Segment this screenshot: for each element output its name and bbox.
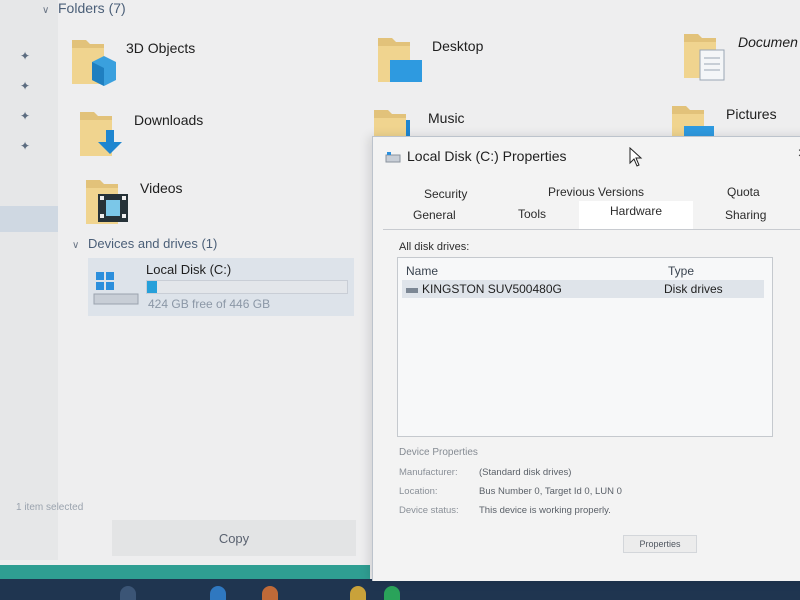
mouse-cursor-icon bbox=[629, 147, 643, 167]
row-type: Disk drives bbox=[664, 282, 723, 296]
location-label: Location: bbox=[399, 486, 438, 497]
browser-icon[interactable] bbox=[210, 586, 226, 600]
tab-previous-versions[interactable]: Previous Versions bbox=[548, 185, 644, 199]
tab-quota[interactable]: Quota bbox=[727, 185, 760, 199]
downloads-folder-icon bbox=[80, 112, 122, 156]
pin-icon[interactable]: ✦ bbox=[20, 110, 32, 122]
tab-divider bbox=[383, 229, 800, 230]
devices-header-text: Devices and drives (1) bbox=[88, 236, 218, 251]
chevron-down-icon: ∨ bbox=[42, 5, 50, 16]
local-disk-c-item[interactable]: Local Disk (C:) 424 GB free of 446 GB bbox=[88, 258, 354, 316]
app-icon[interactable] bbox=[262, 586, 278, 600]
pin-icon[interactable]: ✦ bbox=[20, 80, 32, 92]
manufacturer-value: (Standard disk drives) bbox=[479, 467, 572, 478]
pin-icon[interactable]: ✦ bbox=[20, 140, 32, 152]
column-header-type[interactable]: Type bbox=[668, 264, 694, 278]
drive-free-space: 424 GB free of 446 GB bbox=[148, 297, 271, 311]
desktop-folder-icon bbox=[378, 38, 422, 82]
folders-header-text: Folders (7) bbox=[58, 0, 126, 16]
pin-icon[interactable]: ✦ bbox=[20, 50, 32, 62]
folder-label: Videos bbox=[140, 180, 183, 196]
status-bar-selection: 1 item selected bbox=[16, 502, 84, 513]
drive-name: Local Disk (C:) bbox=[146, 262, 232, 277]
copy-button[interactable]: Copy bbox=[112, 520, 356, 556]
tab-sharing[interactable]: Sharing bbox=[725, 208, 766, 222]
table-row[interactable]: KINGSTON SUV500480G Disk drives bbox=[402, 280, 764, 298]
column-header-name[interactable]: Name bbox=[406, 264, 438, 278]
device-status-value: This device is working properly. bbox=[479, 505, 611, 516]
tab-security[interactable]: Security bbox=[424, 187, 467, 201]
manufacturer-label: Manufacturer: bbox=[399, 467, 458, 478]
location-value: Bus Number 0, Target Id 0, LUN 0 bbox=[479, 486, 622, 497]
folder-label: Desktop bbox=[432, 38, 484, 54]
drive-usage-bar bbox=[146, 280, 348, 294]
tab-tools[interactable]: Tools bbox=[518, 207, 546, 221]
chevron-down-icon: ∨ bbox=[72, 240, 80, 251]
properties-button[interactable]: Properties bbox=[623, 535, 697, 553]
navigation-selected-item[interactable] bbox=[0, 206, 58, 232]
videos-folder-icon bbox=[86, 180, 128, 224]
row-name: KINGSTON SUV500480G bbox=[422, 282, 562, 296]
disk-drive-icon bbox=[406, 288, 418, 293]
disk-drives-list[interactable]: Name Type KINGSTON SUV500480G Disk drive… bbox=[397, 257, 773, 437]
devices-section-header[interactable]: ∨ Devices and drives (1) bbox=[72, 236, 217, 251]
drive-usage-fill bbox=[147, 281, 157, 293]
local-disk-properties-dialog: Local Disk (C:) Properties × Security Pr… bbox=[372, 136, 800, 581]
tab-strip: Security Previous Versions Quota General… bbox=[383, 183, 800, 229]
documents-folder-icon bbox=[684, 34, 725, 81]
hard-drive-icon bbox=[385, 152, 401, 163]
folder-label: Pictures bbox=[726, 106, 777, 122]
search-icon[interactable] bbox=[120, 586, 136, 600]
folder-label: Downloads bbox=[134, 112, 204, 128]
tab-general[interactable]: General bbox=[413, 208, 456, 222]
folders-section-header[interactable]: ∨ Folders (7) bbox=[42, 0, 126, 16]
file-explorer-icon[interactable] bbox=[350, 586, 366, 600]
app-icon[interactable] bbox=[384, 586, 400, 600]
device-status-label: Device status: bbox=[399, 505, 459, 516]
all-disk-drives-label: All disk drives: bbox=[399, 241, 470, 253]
folder-label: Music bbox=[428, 110, 465, 126]
folder-label: 3D Objects bbox=[126, 40, 196, 56]
taskbar-accent-strip bbox=[0, 565, 370, 579]
3d-objects-folder-icon bbox=[72, 40, 116, 86]
folder-label: Documen bbox=[738, 34, 798, 50]
dialog-title: Local Disk (C:) Properties bbox=[407, 148, 567, 164]
tab-hardware[interactable]: Hardware bbox=[579, 201, 693, 229]
device-properties-title: Device Properties bbox=[399, 447, 478, 458]
hard-drive-icon bbox=[93, 272, 139, 305]
